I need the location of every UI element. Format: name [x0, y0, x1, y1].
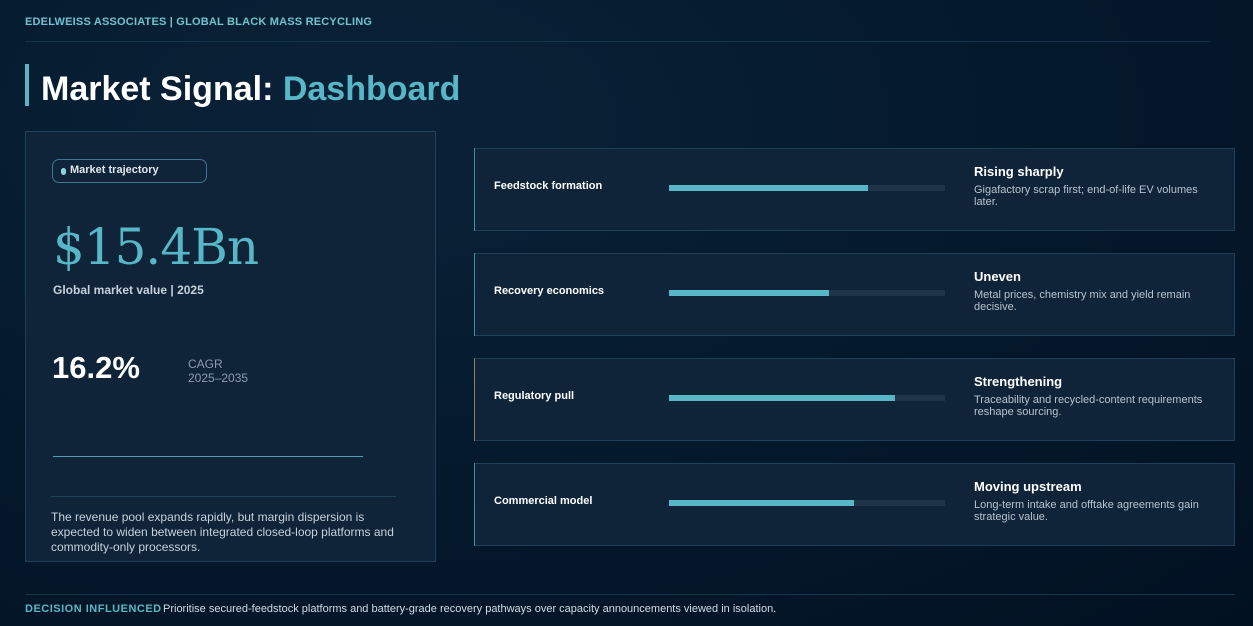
card-divider [51, 496, 396, 497]
decision-text: Prioritise secured-feedstock platforms a… [163, 603, 777, 615]
signal-track [669, 395, 945, 401]
signal-note: Traceability and recycled-content requir… [974, 394, 1203, 418]
signal-label: Recovery economics [494, 285, 605, 297]
signal-edge [474, 358, 475, 441]
market-value-caption: Global market value | 2025 [53, 283, 204, 297]
signal-row-regulatory: Regulatory pull Strengthening Traceabili… [474, 358, 1235, 441]
page-title-accent: Dashboard [282, 70, 461, 108]
signal-label: Feedstock formation [494, 180, 603, 192]
market-trajectory-card: Market trajectory $15.4Bn Global market … [25, 131, 436, 562]
signal-label: Commercial model [494, 495, 593, 507]
header-eyebrow: EDELWEISS ASSOCIATES | GLOBAL BLACK MASS… [25, 16, 373, 28]
signal-note: Metal prices, chemistry mix and yield re… [974, 289, 1191, 313]
cagr-label-line2: 2025–2035 [188, 371, 249, 385]
signal-status: Uneven [974, 269, 1021, 284]
signal-note: Gigafactory scrap first; end-of-life EV … [974, 184, 1198, 208]
signal-fill [669, 290, 830, 296]
trajectory-line [53, 456, 363, 457]
signal-track [669, 290, 945, 296]
signal-edge [474, 463, 475, 546]
signal-track [669, 500, 945, 506]
page-title-main: Market Signal: [41, 70, 283, 108]
title-accent-bar [25, 64, 29, 106]
dot-icon [61, 168, 66, 175]
cagr-label: CAGR 2025–2035 [188, 357, 248, 385]
market-value: $15.4Bn [53, 218, 259, 276]
signal-status: Rising sharply [974, 164, 1064, 179]
market-trajectory-pill: Market trajectory [52, 159, 207, 183]
signal-status: Strengthening [974, 374, 1063, 389]
pill-label: Market trajectory [70, 164, 159, 176]
market-description: The revenue pool expands rapidly, but ma… [51, 510, 394, 554]
signal-fill [669, 500, 854, 506]
decision-label: DECISION INFLUENCED [25, 603, 162, 615]
signal-edge [474, 148, 475, 231]
signal-track [669, 185, 945, 191]
signal-edge [474, 253, 475, 336]
cagr-value: 16.2% [52, 350, 140, 385]
dashboard-page: EDELWEISS ASSOCIATES | GLOBAL BLACK MASS… [0, 0, 1253, 626]
signal-row-feedstock: Feedstock formation Rising sharply Gigaf… [474, 148, 1235, 231]
signal-fill [669, 185, 868, 191]
cagr-label-line1: CAGR [188, 357, 223, 371]
signal-note: Long-term intake and offtake agreements … [974, 499, 1199, 523]
signal-row-recovery: Recovery economics Uneven Metal prices, … [474, 253, 1235, 336]
signal-row-commercial: Commercial model Moving upstream Long-te… [474, 463, 1235, 546]
header-divider [25, 41, 1210, 42]
signal-status: Moving upstream [974, 479, 1082, 494]
page-title: Market Signal: Dashboard [41, 69, 460, 109]
footer-divider [25, 594, 1235, 595]
signal-label: Regulatory pull [494, 390, 575, 402]
signal-fill [669, 395, 896, 401]
